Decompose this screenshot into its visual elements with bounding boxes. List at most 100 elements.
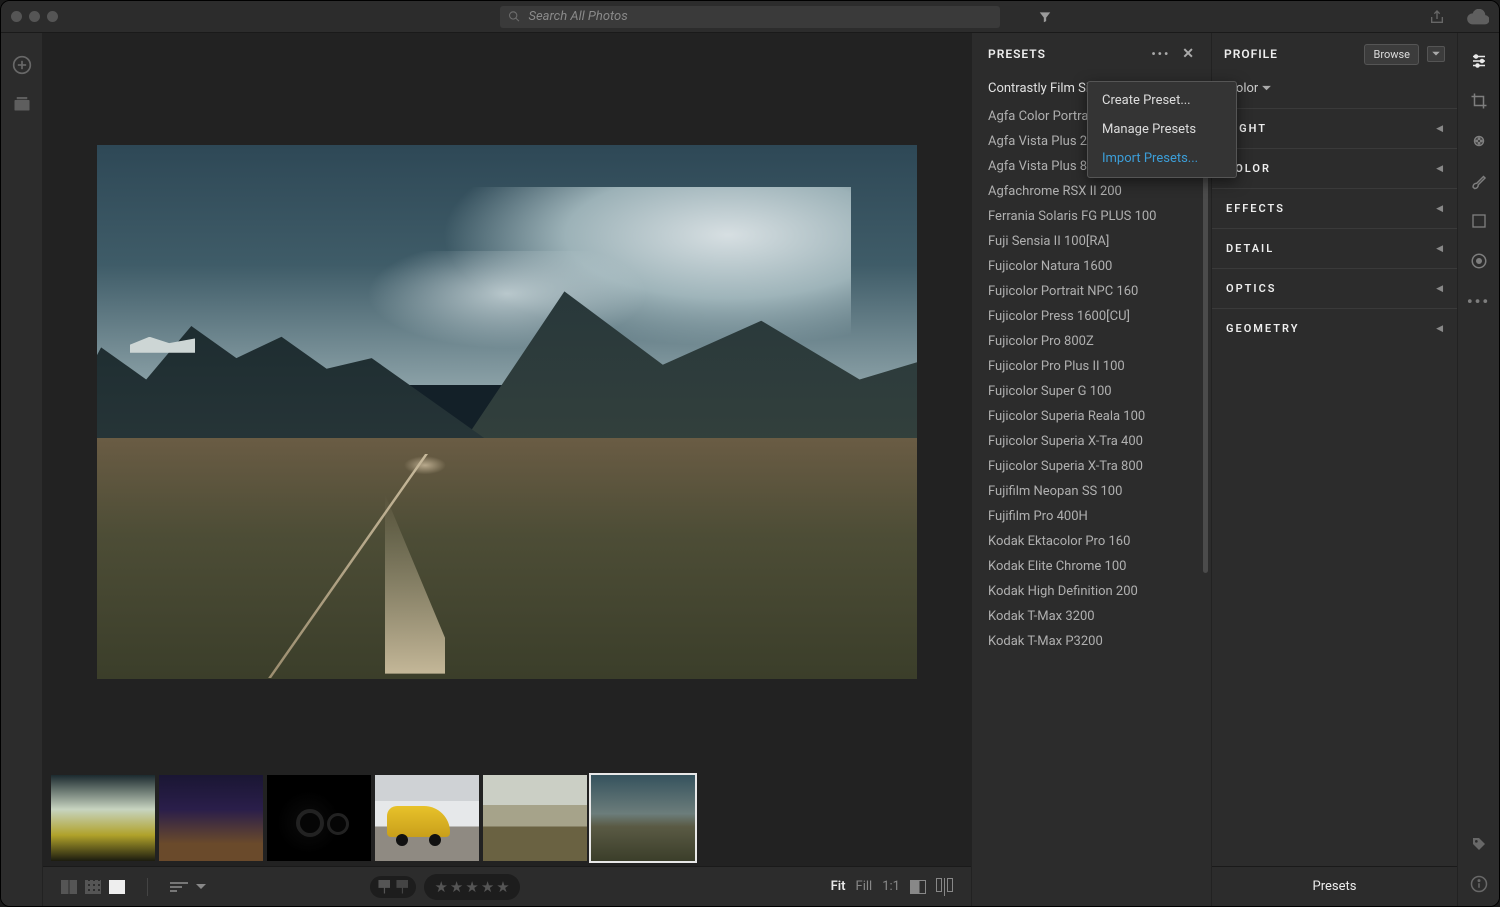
- edit-section-effects[interactable]: EFFECTS ◀: [1212, 188, 1457, 228]
- my-photos-icon[interactable]: [13, 95, 31, 111]
- right-rail: •••: [1457, 33, 1499, 906]
- chevron-down-icon: [196, 883, 206, 891]
- tag-icon[interactable]: [1469, 834, 1489, 854]
- edit-section-geometry[interactable]: GEOMETRY◀: [1212, 308, 1457, 348]
- preset-item[interactable]: Agfachrome RSX II 200: [988, 179, 1211, 204]
- preset-item[interactable]: Fuji Sensia II 100[RA]: [988, 229, 1211, 254]
- menu-import-presets[interactable]: Import Presets...: [1088, 144, 1236, 173]
- collapse-triangle-icon: ◀: [1436, 124, 1443, 134]
- bottom-toolbar: ★ ★ ★ ★ ★ Fit Fill 1:1: [43, 866, 971, 906]
- grid-small-button[interactable]: [85, 880, 101, 894]
- zoom-fit[interactable]: Fit: [831, 879, 846, 894]
- share-icon[interactable]: [1429, 9, 1445, 25]
- edit-section-detail[interactable]: DETAIL ◀: [1212, 228, 1457, 268]
- presets-more-button[interactable]: •••: [1151, 47, 1170, 61]
- single-view-button[interactable]: [109, 880, 125, 894]
- star-5[interactable]: ★: [496, 878, 509, 896]
- edit-section-optics[interactable]: OPTICS◀: [1212, 268, 1457, 308]
- profile-value-row[interactable]: CColor: [1212, 75, 1457, 108]
- info-icon[interactable]: [1469, 874, 1489, 894]
- radial-gradient-icon[interactable]: [1469, 251, 1489, 271]
- collapse-triangle-icon: ◀: [1436, 324, 1443, 334]
- preset-item[interactable]: Ferrania Solaris FG PLUS 100: [988, 204, 1211, 229]
- photo-viewer[interactable]: [43, 33, 971, 770]
- add-photos-icon[interactable]: [12, 55, 32, 75]
- preset-item[interactable]: Fujicolor Superia Reala 100: [988, 404, 1211, 429]
- section-title: DETAIL: [1226, 242, 1274, 255]
- more-icon[interactable]: •••: [1469, 291, 1489, 311]
- star-rating[interactable]: ★ ★ ★ ★ ★: [424, 874, 519, 900]
- preset-item[interactable]: Fujicolor Super G 100: [988, 379, 1211, 404]
- preset-item[interactable]: Fujicolor Superia X-Tra 800: [988, 454, 1211, 479]
- menu-create-preset[interactable]: Create Preset...: [1088, 86, 1236, 115]
- collapse-triangle-icon: ◀: [1436, 204, 1443, 214]
- star-2[interactable]: ★: [450, 878, 463, 896]
- presets-title: PRESETS: [988, 47, 1046, 61]
- sort-group[interactable]: [170, 882, 206, 892]
- thumbnail[interactable]: [483, 775, 587, 861]
- flag-pick-button[interactable]: [378, 880, 390, 894]
- collapse-triangle-icon: ◀: [1436, 164, 1443, 174]
- grid-large-button[interactable]: [61, 880, 77, 894]
- preset-item[interactable]: Fujicolor Pro 800Z: [988, 329, 1211, 354]
- section-title: EFFECTS: [1226, 202, 1285, 215]
- edit-sliders-icon[interactable]: [1469, 51, 1489, 71]
- flag-reject-button[interactable]: [396, 880, 408, 894]
- separator: [147, 878, 148, 896]
- preset-item[interactable]: Fujicolor Natura 1600: [988, 254, 1211, 279]
- close-window-button[interactable]: [11, 11, 22, 22]
- cloud-sync-icon[interactable]: [1467, 9, 1489, 25]
- star-4[interactable]: ★: [481, 878, 494, 896]
- preset-item[interactable]: Fujicolor Portrait NPC 160: [988, 279, 1211, 304]
- show-original-button[interactable]: [910, 880, 926, 894]
- filter-icon[interactable]: [1038, 10, 1052, 24]
- thumbnail[interactable]: [267, 775, 371, 861]
- edit-section-light[interactable]: LIGHT◀: [1212, 108, 1457, 148]
- thumbnail[interactable]: [375, 775, 479, 861]
- flag-star-group: ★ ★ ★ ★ ★: [370, 874, 519, 900]
- brush-icon[interactable]: [1469, 171, 1489, 191]
- minimize-window-button[interactable]: [29, 11, 40, 22]
- thumbnail[interactable]: [51, 775, 155, 861]
- crop-icon[interactable]: [1469, 91, 1489, 111]
- compare-button[interactable]: [936, 878, 953, 896]
- titlebar: [1, 1, 1499, 33]
- edit-section-color[interactable]: COLOR◀: [1212, 148, 1457, 188]
- profile-dropdown-button[interactable]: [1427, 46, 1445, 62]
- healing-icon[interactable]: [1469, 131, 1489, 151]
- search-input[interactable]: [528, 9, 992, 24]
- preset-item[interactable]: Kodak High Definition 200: [988, 579, 1211, 604]
- star-1[interactable]: ★: [434, 878, 447, 896]
- preset-item[interactable]: Kodak T-Max P3200: [988, 629, 1211, 654]
- presets-footer-button[interactable]: Presets: [1212, 866, 1457, 906]
- preset-item[interactable]: Kodak T-Max 3200: [988, 604, 1211, 629]
- preset-list[interactable]: Contrastly Film Sims Agfa Color Portrait…: [972, 75, 1211, 906]
- preset-item[interactable]: Fujifilm Neopan SS 100: [988, 479, 1211, 504]
- edit-panel: PROFILE Browse CColor LIGHT◀COLOR◀EFFECT…: [1211, 33, 1457, 906]
- preset-item[interactable]: Kodak Ektacolor Pro 160: [988, 529, 1211, 554]
- presets-close-button[interactable]: ✕: [1182, 46, 1195, 62]
- search-bar[interactable]: [500, 6, 1000, 28]
- zoom-fill[interactable]: Fill: [856, 879, 873, 894]
- preset-item[interactable]: Fujicolor Press 1600[CU]: [988, 304, 1211, 329]
- star-3[interactable]: ★: [465, 878, 478, 896]
- collapse-triangle-icon: ◀: [1436, 244, 1443, 254]
- chevron-down-icon: [1262, 85, 1271, 92]
- flag-buttons: [370, 876, 416, 898]
- browse-profiles-button[interactable]: Browse: [1364, 44, 1419, 65]
- filmstrip: [43, 770, 971, 866]
- thumbnail[interactable]: [159, 775, 263, 861]
- profile-title: PROFILE: [1224, 47, 1278, 61]
- zoom-1to1[interactable]: 1:1: [882, 879, 900, 894]
- menu-manage-presets[interactable]: Manage Presets: [1088, 115, 1236, 144]
- preset-item[interactable]: Fujicolor Superia X-Tra 400: [988, 429, 1211, 454]
- preset-item[interactable]: Fujifilm Pro 400H: [988, 504, 1211, 529]
- preset-item[interactable]: Fujicolor Pro Plus II 100: [988, 354, 1211, 379]
- section-title: OPTICS: [1226, 282, 1276, 295]
- thumbnail-selected[interactable]: [591, 775, 695, 861]
- zoom-window-button[interactable]: [47, 11, 58, 22]
- view-mode-group: [61, 880, 125, 894]
- linear-gradient-icon[interactable]: [1469, 211, 1489, 231]
- search-icon: [508, 10, 520, 23]
- preset-item[interactable]: Kodak Elite Chrome 100: [988, 554, 1211, 579]
